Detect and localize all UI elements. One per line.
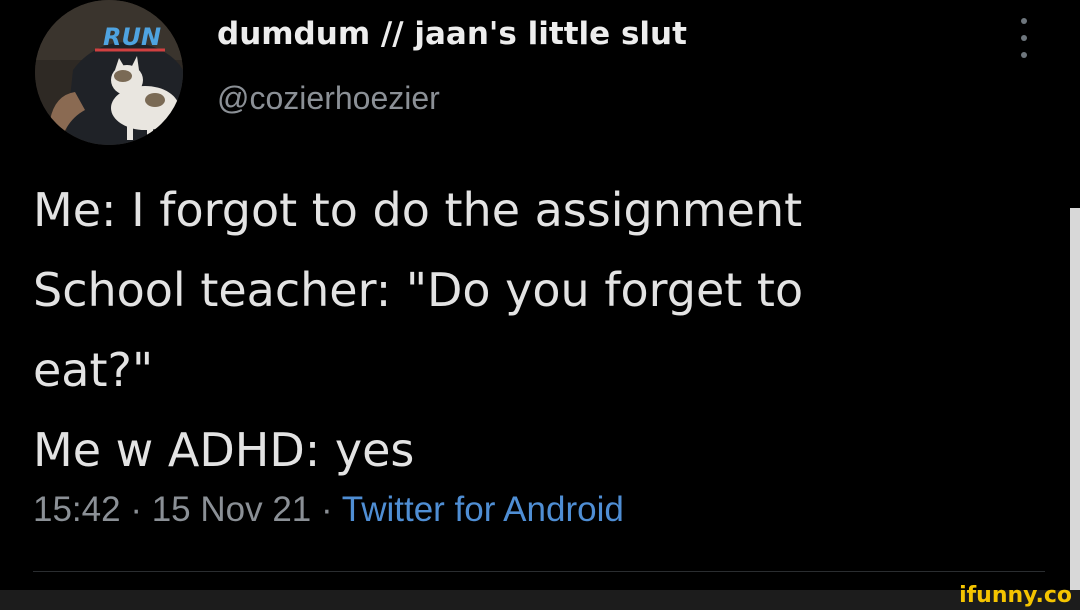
more-dot xyxy=(1021,35,1027,41)
tweet-meta: 15:42 · 15 Nov 21 · Twitter for Android xyxy=(33,490,624,530)
tweet-text: Me: I forgot to do the assignment School… xyxy=(33,170,1033,490)
footer-bar xyxy=(0,590,1080,610)
avatar[interactable]: RUN xyxy=(35,0,183,145)
avatar-photo: RUN xyxy=(35,0,183,145)
more-dot xyxy=(1021,18,1027,24)
tweet-text-line: School teacher: "Do you forget to xyxy=(33,263,804,317)
meta-separator: · xyxy=(120,490,152,529)
meta-separator: · xyxy=(311,490,342,529)
more-vertical-icon[interactable] xyxy=(1014,18,1034,58)
user-handle[interactable]: @cozierhoezier xyxy=(217,80,440,117)
tweet-date[interactable]: 15 Nov 21 xyxy=(152,490,312,529)
divider xyxy=(33,571,1045,572)
tweet-text-line: Me w ADHD: yes xyxy=(33,423,415,477)
display-name[interactable]: dumdum // jaan's little slut xyxy=(217,16,687,52)
tweet-text-line: eat?" xyxy=(33,343,154,397)
tweet-card: RUN dumdum // jaan's little slut @cozier… xyxy=(0,0,1080,590)
avatar-shirt-text: RUN xyxy=(103,23,161,51)
tweet-time[interactable]: 15:42 xyxy=(33,490,121,529)
tweet-text-line: Me: I forgot to do the assignment xyxy=(33,183,803,237)
watermark-logo: ifunny.co xyxy=(959,583,1072,608)
tweet-source-link[interactable]: Twitter for Android xyxy=(342,490,624,529)
scrollbar[interactable] xyxy=(1070,208,1080,590)
more-dot xyxy=(1021,52,1027,58)
